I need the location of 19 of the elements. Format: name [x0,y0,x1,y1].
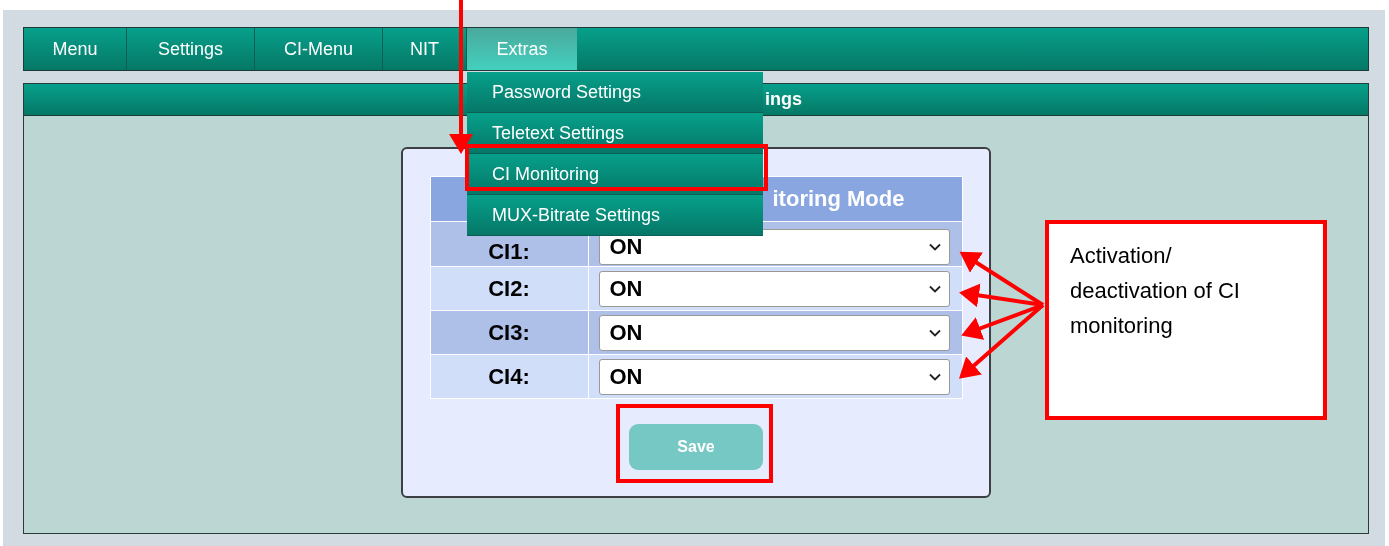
select-field[interactable]: ON [598,270,950,307]
chevron-down-icon [928,284,941,293]
chevron-down-icon [928,243,941,251]
dropdown-item[interactable]: CI Monitoring [467,154,763,195]
chevron-down-icon [928,328,941,337]
select-field[interactable]: ON [598,358,950,395]
nav-tab[interactable]: Extras [467,28,577,70]
dropdown-item[interactable]: Teletext Settings [467,113,763,154]
dropdown-item[interactable]: Password Settings [467,72,763,113]
dropdown-item[interactable]: MUX-Bitrate Settings [467,195,763,236]
row-label: CI3: [430,310,588,355]
row-label: CI2: [430,266,588,311]
callout-text: Activation/ deactivation of CI monitoring [1070,242,1241,340]
row-label: CI4: [430,354,588,399]
nav-tab[interactable]: Menu [24,28,127,70]
nav-tab[interactable]: Settings [127,28,255,70]
chevron-down-icon [928,372,941,381]
nav-tab[interactable]: CI-Menu [255,28,383,70]
select-field[interactable]: ON [598,314,950,351]
